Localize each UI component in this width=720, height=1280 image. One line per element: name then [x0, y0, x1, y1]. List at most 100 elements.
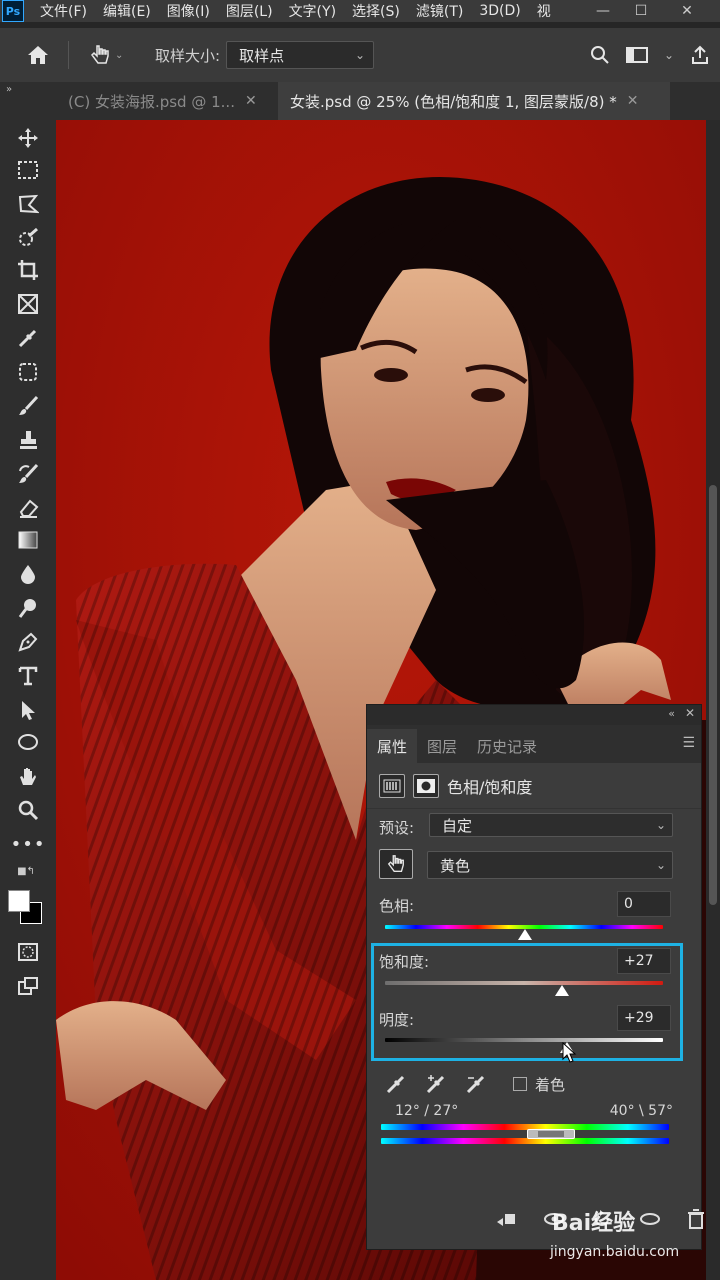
- sample-size-select[interactable]: 取样点 ⌄: [226, 41, 375, 69]
- lightness-input[interactable]: +29: [617, 1005, 671, 1031]
- arrow-cursor-icon: [22, 701, 35, 720]
- options-bar: ⌄ 取样大小: 取样点 ⌄ ⌄: [0, 28, 720, 82]
- tab-layers[interactable]: 图层: [417, 729, 467, 763]
- tab-label: (C) 女装海报.psd @ 1...: [68, 92, 235, 111]
- swap-colors-control[interactable]: ■↰: [6, 862, 46, 880]
- chevron-down-icon: ⌄: [115, 49, 124, 61]
- close-tab-icon[interactable]: ✕: [627, 93, 639, 109]
- gradient-tool[interactable]: [14, 526, 42, 554]
- lightness-slider-track[interactable]: [385, 1038, 663, 1042]
- foreground-color-swatch[interactable]: [8, 890, 30, 912]
- preset-value: 自定: [442, 816, 473, 835]
- hue-slider-thumb[interactable]: [518, 929, 532, 940]
- preset-dropdown[interactable]: 自定 ⌄: [429, 813, 673, 837]
- menu-filter[interactable]: 滤镜(T): [416, 1, 463, 21]
- quick-mask-button[interactable]: [14, 938, 42, 966]
- eyedropper-tool[interactable]: [14, 324, 42, 352]
- eraser-tool[interactable]: [14, 494, 42, 522]
- double-chevron-icon[interactable]: »: [6, 84, 12, 95]
- saturation-label: 饱和度:: [379, 953, 430, 971]
- lasso-tool[interactable]: [14, 190, 42, 218]
- panel-menu-icon[interactable]: ☰: [682, 735, 695, 751]
- separator: [68, 41, 69, 69]
- marquee-tool[interactable]: [14, 156, 42, 184]
- zoom-tool[interactable]: [14, 796, 42, 824]
- patch-tool[interactable]: [14, 358, 42, 386]
- frame-tool[interactable]: [14, 290, 42, 318]
- clone-stamp-tool[interactable]: [14, 426, 42, 454]
- workspace-icon[interactable]: [625, 46, 648, 64]
- color-range-selector[interactable]: [527, 1129, 575, 1139]
- saturation-input[interactable]: +27: [617, 948, 671, 974]
- adjustment-layer-button[interactable]: [379, 773, 405, 798]
- close-window-button[interactable]: ✕: [670, 0, 704, 22]
- baidu-watermark-url: jingyan.baidu.com: [550, 1244, 680, 1260]
- eyedropper-icon[interactable]: [385, 1073, 407, 1095]
- home-button[interactable]: [24, 41, 52, 69]
- tab-properties[interactable]: 属性: [367, 729, 418, 763]
- canvas-scrollbar[interactable]: [706, 120, 720, 1280]
- menu-select[interactable]: 选择(S): [352, 1, 400, 21]
- zoom-icon: [18, 800, 39, 821]
- scrollbar-thumb[interactable]: [709, 485, 717, 905]
- targeted-adjustment-button[interactable]: [379, 849, 413, 879]
- eyedropper-icon: [18, 329, 37, 348]
- more-tools-button[interactable]: •••: [11, 830, 45, 858]
- colorize-checkbox[interactable]: 着色: [513, 1074, 565, 1095]
- visibility-icon[interactable]: [639, 1210, 661, 1228]
- checkbox-box[interactable]: [513, 1077, 527, 1091]
- menu-bar: Ps 文件(F) 编辑(E) 图像(I) 图层(L) 文字(Y) 选择(S) 滤…: [0, 0, 720, 22]
- menu-layer[interactable]: 图层(L): [226, 1, 273, 21]
- eyedropper-minus-icon[interactable]: [465, 1073, 487, 1095]
- menu-image[interactable]: 图像(I): [167, 1, 210, 21]
- hue-saturation-icon: [383, 779, 401, 792]
- clip-to-layer-icon[interactable]: [495, 1210, 517, 1228]
- color-range-center[interactable]: [538, 1131, 564, 1137]
- options-right-group: ⌄: [590, 28, 710, 82]
- search-icon[interactable]: [590, 45, 610, 65]
- ellipse-tool[interactable]: [14, 728, 42, 756]
- menu-edit[interactable]: 编辑(E): [103, 1, 151, 21]
- menu-file[interactable]: 文件(F): [40, 1, 87, 21]
- screen-mode-icon: [18, 977, 38, 995]
- share-icon[interactable]: [690, 45, 710, 65]
- tab-document-1[interactable]: (C) 女装海报.psd @ 1... ✕: [56, 82, 276, 120]
- close-tab-icon[interactable]: ✕: [245, 93, 257, 109]
- eyedropper-plus-icon[interactable]: [425, 1073, 447, 1095]
- crop-tool[interactable]: [14, 256, 42, 284]
- trash-icon[interactable]: [687, 1209, 705, 1229]
- saturation-slider-track[interactable]: [385, 981, 663, 985]
- layer-mask-button[interactable]: [413, 773, 439, 798]
- path-selection-tool[interactable]: [14, 696, 42, 724]
- blur-tool[interactable]: [14, 560, 42, 588]
- dodge-tool[interactable]: [14, 594, 42, 622]
- collapse-panel-icon[interactable]: «: [668, 707, 675, 720]
- tab-history[interactable]: 历史记录: [467, 729, 547, 763]
- panel-tabs: 属性 图层 历史记录 ☰: [367, 725, 701, 763]
- minimize-button[interactable]: —: [586, 0, 620, 22]
- polygonal-lasso-icon: [18, 194, 39, 214]
- move-tool[interactable]: [14, 124, 42, 152]
- hand-tool[interactable]: [14, 762, 42, 790]
- properties-panel: « ✕ 属性 图层 历史记录 ☰ 色相/饱和度 预设: 自定 ⌄ 黄色 ⌄ 色相…: [366, 704, 705, 1250]
- chevron-down-icon[interactable]: ⌄: [664, 48, 674, 62]
- maximize-button[interactable]: ☐: [624, 0, 658, 22]
- targeted-adjustment-tool-button[interactable]: ⌄: [89, 41, 129, 69]
- history-brush-tool[interactable]: [14, 460, 42, 488]
- brush-tool[interactable]: [14, 392, 42, 420]
- dodge-icon: [18, 599, 36, 618]
- hue-input[interactable]: 0: [617, 891, 671, 917]
- quick-selection-icon: [19, 227, 38, 246]
- type-tool[interactable]: [14, 662, 42, 690]
- history-brush-icon: [19, 463, 39, 483]
- saturation-slider-thumb[interactable]: [555, 985, 569, 996]
- channel-dropdown[interactable]: 黄色 ⌄: [427, 851, 673, 879]
- screen-mode-button[interactable]: [14, 972, 42, 1000]
- quick-selection-tool[interactable]: [14, 224, 42, 252]
- menu-type[interactable]: 文字(Y): [289, 1, 336, 21]
- menu-view[interactable]: 视: [537, 1, 551, 21]
- pen-tool[interactable]: [14, 628, 42, 656]
- tab-document-2[interactable]: 女装.psd @ 25% (色相/饱和度 1, 图层蒙版/8) * ✕: [278, 82, 670, 120]
- menu-3d[interactable]: 3D(D): [479, 3, 520, 19]
- close-panel-icon[interactable]: ✕: [685, 706, 695, 720]
